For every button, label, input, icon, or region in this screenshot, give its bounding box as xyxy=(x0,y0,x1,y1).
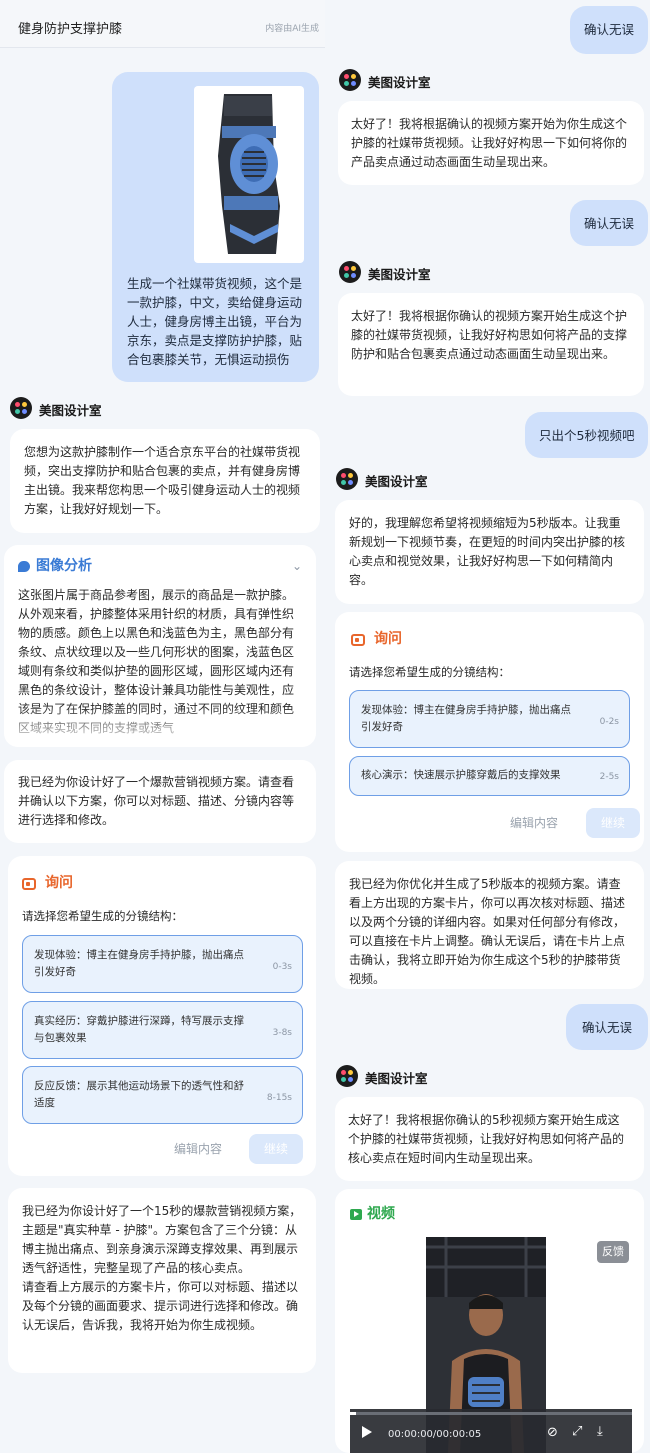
bot-reply-text: 好的，我理解您希望将视频缩短为5秒版本。让我重新规划一下视频节奏，在更短的时间内… xyxy=(349,516,626,587)
bot-logo-icon xyxy=(10,397,32,419)
option-duration: 2-5s xyxy=(599,772,619,782)
image-analysis-card[interactable]: 图像分析 ⌄ 这张图片属于商品参考图，展示的商品是一款护膝。从外观来看，护膝整体… xyxy=(4,545,316,747)
bot-name: 美图设计室 xyxy=(368,267,431,282)
video-controls: 00:00:00/00:00:05 ⊘ ⤢ ⤓ xyxy=(350,1409,632,1453)
progress-track[interactable] xyxy=(350,1412,632,1415)
bot-reply: 太好了！我将根据你确认的视频方案开始生成这个护膝的社媒带货视频，让我好好构思如何… xyxy=(338,293,644,396)
inquiry-title: 询问 xyxy=(374,631,402,647)
continue-button[interactable]: 继续 xyxy=(249,1134,303,1164)
inquiry-card: 询问 请选择您希望生成的分镜结构： 发现体验：博主在健身房手持护膝，抛出痛点引发… xyxy=(8,856,316,1176)
analysis-title: 图像分析 xyxy=(36,558,92,574)
bot-reply: 太好了！我将根据确认的视频方案开始为你生成这个护膝的社媒带货视频。让我好好构思一… xyxy=(338,101,644,185)
inquiry-card: 询问 请选择您希望生成的分镜结构： 发现体验：博主在健身房手持护膝，抛出痛点引发… xyxy=(335,612,644,852)
bot-reply: 好的，我理解您希望将视频缩短为5秒版本。让我重新规划一下视频节奏，在更短的时间内… xyxy=(335,500,644,604)
bot-logo-icon xyxy=(336,1065,358,1087)
optimized-text: 我已经为你优化并生成了5秒版本的视频方案。请查看上方出现的方案卡片，你可以再次核… xyxy=(349,877,626,986)
speech-bubble-icon xyxy=(18,561,30,572)
bot-header: 美图设计室 xyxy=(339,261,539,283)
user-confirm-text: 确认无误 xyxy=(584,22,635,37)
option-text: 核心演示：快速展示护膝穿戴后的支撑效果 xyxy=(361,769,561,781)
bot-reply-text: 太好了！我将根据你确认的视频方案开始生成这个护膝的社媒带货视频，让我好好构思如何… xyxy=(351,309,628,361)
option-duration: 8-15s xyxy=(266,1093,292,1103)
knee-sleeve-icon xyxy=(218,94,280,254)
inquiry-header: 询问 xyxy=(351,630,402,649)
ai-generated-note: 内容由AI生成 xyxy=(265,24,319,34)
video-time: 00:00:00/00:00:05 xyxy=(388,1429,482,1440)
storyboard-option[interactable]: 真实经历：穿戴护膝进行深蹲，特写展示支撑与包裹效果 3-8s xyxy=(22,1001,303,1059)
bot-logo-icon xyxy=(339,69,361,91)
feedback-button[interactable]: 反馈 xyxy=(597,1241,629,1263)
chevron-down-icon[interactable]: ⌄ xyxy=(292,557,302,576)
inquiry-icon xyxy=(22,877,36,890)
storyboard-option[interactable]: 核心演示：快速展示护膝穿戴后的支撑效果 2-5s xyxy=(349,756,630,796)
bot-reply-text: 太好了！我将根据确认的视频方案开始为你生成这个护膝的社媒带货视频。让我好好构思一… xyxy=(351,117,628,169)
bot-logo-icon xyxy=(339,261,361,283)
inquiry-prompt: 请选择您希望生成的分镜结构： xyxy=(22,909,183,923)
inquiry-icon xyxy=(351,633,365,646)
edit-content-button[interactable]: 编辑内容 xyxy=(158,1134,238,1164)
storyboard-option[interactable]: 发现体验：博主在健身房手持护膝，抛出痛点引发好奇 0-3s xyxy=(22,935,303,993)
chat-title: 健身防护支撑护膝 xyxy=(18,22,123,37)
intro-message: 您想为这款护膝制作一个适合京东平台的社媒带货视频，突出支撑防护和贴合包裹的卖点，… xyxy=(10,429,320,533)
download-icon[interactable]: ⤓ xyxy=(597,1422,603,1441)
option-duration: 0-2s xyxy=(599,717,619,727)
chat-header: 健身防护支撑护膝 内容由AI生成 xyxy=(0,0,325,48)
bot-name: 美图设计室 xyxy=(368,75,431,90)
storyboard-option[interactable]: 发现体验：博主在健身房手持护膝，抛出痛点引发好奇 0-2s xyxy=(349,690,630,748)
option-duration: 0-3s xyxy=(272,962,292,972)
continue-button[interactable]: 继续 xyxy=(586,808,640,838)
user-message-bubble: 只出个5秒视频吧 xyxy=(525,412,648,458)
inquiry-prompt: 请选择您希望生成的分镜结构： xyxy=(349,665,510,679)
video-title: 视频 xyxy=(367,1206,395,1222)
bot-name: 美图设计室 xyxy=(365,1071,428,1086)
video-icon xyxy=(350,1209,362,1220)
edit-content-button[interactable]: 编辑内容 xyxy=(494,808,574,838)
option-text: 反应反馈：展示其他运动场景下的透气性和舒适度 xyxy=(34,1080,244,1109)
summary-text-1: 我已经为你设计好了一个15秒的爆款营销视频方案，主题是"真实种草 - 护膝"。方… xyxy=(22,1204,302,1275)
product-image xyxy=(194,86,304,263)
user-confirm-bubble: 确认无误 xyxy=(570,6,648,54)
user-confirm-bubble: 确认无误 xyxy=(570,200,648,246)
bot-header: 美图设计室 xyxy=(336,468,536,490)
bot-header: 美图设计室 xyxy=(339,69,539,91)
optimized-message: 我已经为你优化并生成了5秒版本的视频方案。请查看上方出现的方案卡片，你可以再次核… xyxy=(335,861,644,989)
summary-message: 我已经为你设计好了一个15秒的爆款营销视频方案，主题是"真实种草 - 护膝"。方… xyxy=(8,1188,316,1373)
bot-header: 美图设计室 xyxy=(10,397,210,419)
user-message-text: 只出个5秒视频吧 xyxy=(539,428,635,443)
intro-text: 您想为这款护膝制作一个适合京东平台的社媒带货视频，突出支撑防护和贴合包裹的卖点，… xyxy=(24,445,301,516)
mute-icon[interactable]: ⊘ xyxy=(547,1423,558,1442)
play-icon[interactable] xyxy=(362,1426,372,1438)
left-panel: 健身防护支撑护膝 内容由AI生成 生成一个社媒带货视频，这个是一款护膝，中文，卖… xyxy=(0,0,325,1453)
progress-fill xyxy=(350,1412,356,1415)
bot-header: 美图设计室 xyxy=(336,1065,536,1087)
option-text: 发现体验：博主在健身房手持护膝，抛出痛点引发好奇 xyxy=(34,949,244,978)
option-text: 真实经历：穿戴护膝进行深蹲，特写展示支撑与包裹效果 xyxy=(34,1015,244,1044)
fade-overlay xyxy=(4,707,316,747)
option-duration: 3-8s xyxy=(272,1028,292,1038)
designed-message: 我已经为你设计好了一个爆款营销视频方案。请查看并确认以下方案，你可以对标题、描述… xyxy=(4,760,316,843)
right-panel: 确认无误 美图设计室 太好了！我将根据确认的视频方案开始为你生成这个护膝的社媒带… xyxy=(325,0,650,1453)
inquiry-header: 询问 xyxy=(22,874,73,893)
bot-reply: 太好了！我将根据你确认的5秒视频方案开始生成这个护膝的社媒带货视频，让我好好构思… xyxy=(335,1097,644,1181)
bot-logo-icon xyxy=(336,468,358,490)
designed-text: 我已经为你设计好了一个爆款营销视频方案。请查看并确认以下方案，你可以对标题、描述… xyxy=(18,775,295,827)
bot-reply-text: 太好了！我将根据你确认的5秒视频方案开始生成这个护膝的社媒带货视频，让我好好构思… xyxy=(348,1113,625,1165)
user-prompt-bubble: 生成一个社媒带货视频，这个是一款护膝，中文，卖给健身运动人士，健身房博主出镜，平… xyxy=(112,72,319,382)
storyboard-option[interactable]: 反应反馈：展示其他运动场景下的透气性和舒适度 8-15s xyxy=(22,1066,303,1124)
summary-text-2: 请查看上方展示的方案卡片，你可以对标题、描述以及每个分镜的画面要求、提示词进行选… xyxy=(22,1280,299,1332)
bot-name: 美图设计室 xyxy=(39,403,102,418)
user-confirm-text: 确认无误 xyxy=(584,216,635,231)
user-confirm-bubble: 确认无误 xyxy=(566,1004,648,1050)
bot-name: 美图设计室 xyxy=(365,474,428,489)
user-prompt-text: 生成一个社媒带货视频，这个是一款护膝，中文，卖给健身运动人士，健身房博主出镜，平… xyxy=(127,276,303,367)
video-card: 视频 反馈 00:00:00/00:00:05 ⊘ ⤢ ⤓ xyxy=(335,1189,644,1453)
expand-icon[interactable]: ⤢ xyxy=(572,1422,582,1441)
inquiry-title: 询问 xyxy=(45,875,73,891)
option-text: 发现体验：博主在健身房手持护膝，抛出痛点引发好奇 xyxy=(361,704,571,733)
user-confirm-text: 确认无误 xyxy=(582,1020,633,1035)
